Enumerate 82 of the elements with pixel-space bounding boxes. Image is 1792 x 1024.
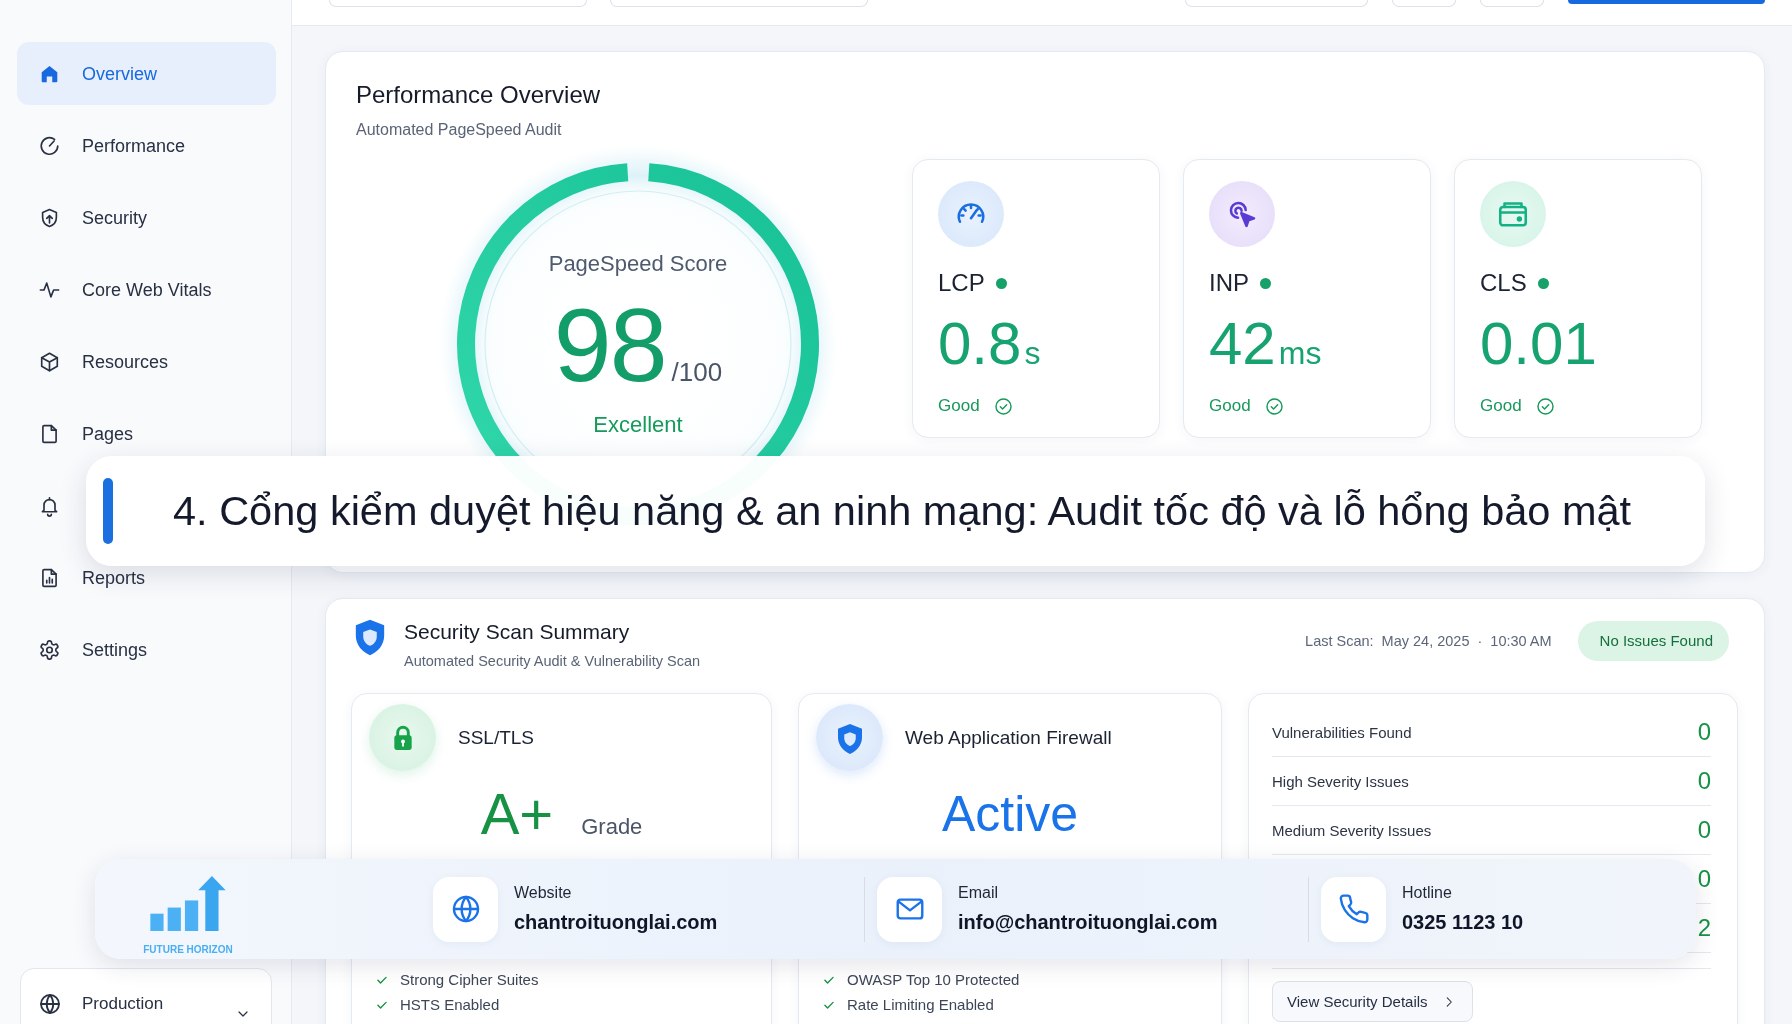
phone-icon [1321,876,1386,942]
stat-label: Vulnerabilities Found [1272,723,1412,741]
status-value: Active [941,785,1079,843]
card-title: Performance Overview [356,80,602,110]
nav-item[interactable]: Overview [17,42,276,105]
contact-label: Hotline [1402,883,1452,903]
nav-item[interactable]: Reports [17,566,276,589]
globe-icon [38,992,62,1016]
header-field[interactable] [329,0,587,7]
accent-bar [103,478,113,544]
metric-name: INP [1209,269,1249,297]
grade-value: A+ [480,785,554,843]
stat-value: 2 [1697,914,1711,942]
contact-value: chantroituonglai.com [514,910,718,935]
metric-name: LCP [938,269,985,297]
separator: · [1477,633,1483,649]
score-label: PageSpeed Score [548,250,728,278]
contact-value: 0325 1123 10 [1402,910,1524,935]
nav-item[interactable]: Performance [17,134,276,157]
contact-value: info@chantroituonglai.com [958,910,1218,935]
scan-date: May 24, 2025 [1381,633,1470,649]
metric-value: 0.8 [938,313,1022,375]
view-details-button[interactable]: View Security Details [1272,981,1473,1022]
score-value: 98 [553,293,666,397]
check-circle-icon [1535,396,1555,416]
logo-text: FUTURE HORIZON [143,944,233,956]
stat-value: 0 [1697,865,1711,893]
check-item: OWASP Top 10 Protected [847,971,1020,988]
check-item: Rate Limiting Enabled [847,996,994,1013]
check-item: Strong Cipher Suites [400,971,539,988]
metric-value: 42 [1209,313,1276,375]
status-dot-icon [995,277,1007,289]
metric-value: 0.01 [1480,313,1597,375]
card-subtitle: Automated Security Audit & Vulnerability Scan [404,652,701,670]
caption-text: 4. Cổng kiểm duyệt hiệu năng & an ninh mạng: Audit tốc độ và lỗ hổng bảo mật [173,487,1632,535]
nav-item[interactable]: Resources [17,350,276,373]
metric-unit: s [1024,334,1041,373]
header-button[interactable] [1185,0,1368,7]
shield-icon [816,704,883,771]
stat-label: High Severity Issues [1272,772,1409,790]
check-title: SSL/TLS [458,726,535,749]
contact-label: Email [958,883,998,903]
lock-icon [369,704,436,771]
status-dot-icon [1537,277,1549,289]
cube-icon [38,350,61,373]
metric-name: CLS [1480,269,1527,297]
last-scan-label: Last Scan: [1305,633,1374,649]
contact-label: Website [514,883,572,903]
status-dot-icon [1260,277,1271,289]
status-badge: No Issues Found [1577,621,1729,661]
nav-item[interactable]: Core Web Vitals [17,278,276,301]
metric-unit: ms [1278,334,1322,373]
nav-item[interactable]: Settings [17,638,276,661]
mail-icon [877,876,942,942]
card-title: Security Scan Summary [404,619,630,645]
gauge-icon [38,134,61,157]
bar-chart-arrow-icon [149,875,227,932]
header-button[interactable] [1392,0,1456,7]
primary-button[interactable] [1568,0,1765,4]
stat-value: 0 [1697,767,1711,795]
environment-selector[interactable]: Production [20,968,272,1024]
nav-item[interactable]: Security [17,206,276,229]
header-field[interactable] [610,0,868,7]
scan-time: 10:30 AM [1490,633,1552,649]
score-rating: Excellent [593,411,683,439]
shield-icon [355,619,385,656]
check-circle-icon [993,396,1013,416]
nav-item[interactable]: Pages [17,422,276,445]
globe-icon [433,876,498,942]
check-item: HSTS Enabled [400,996,500,1013]
settings-icon [38,638,61,661]
stat-value: 0 [1697,718,1711,746]
metric-status: Good [938,396,980,416]
header-button[interactable] [1480,0,1544,7]
stat-label: Medium Severity Issues [1272,821,1432,839]
value-note: Grade [581,813,643,841]
check-title: Web Application Firewall [905,726,1112,749]
metric-status: Good [1480,396,1522,416]
card-subtitle: Automated PageSpeed Audit [356,120,563,140]
check-circle-icon [1264,396,1284,416]
stat-value: 0 [1697,816,1711,844]
metric-status: Good [1209,396,1251,416]
